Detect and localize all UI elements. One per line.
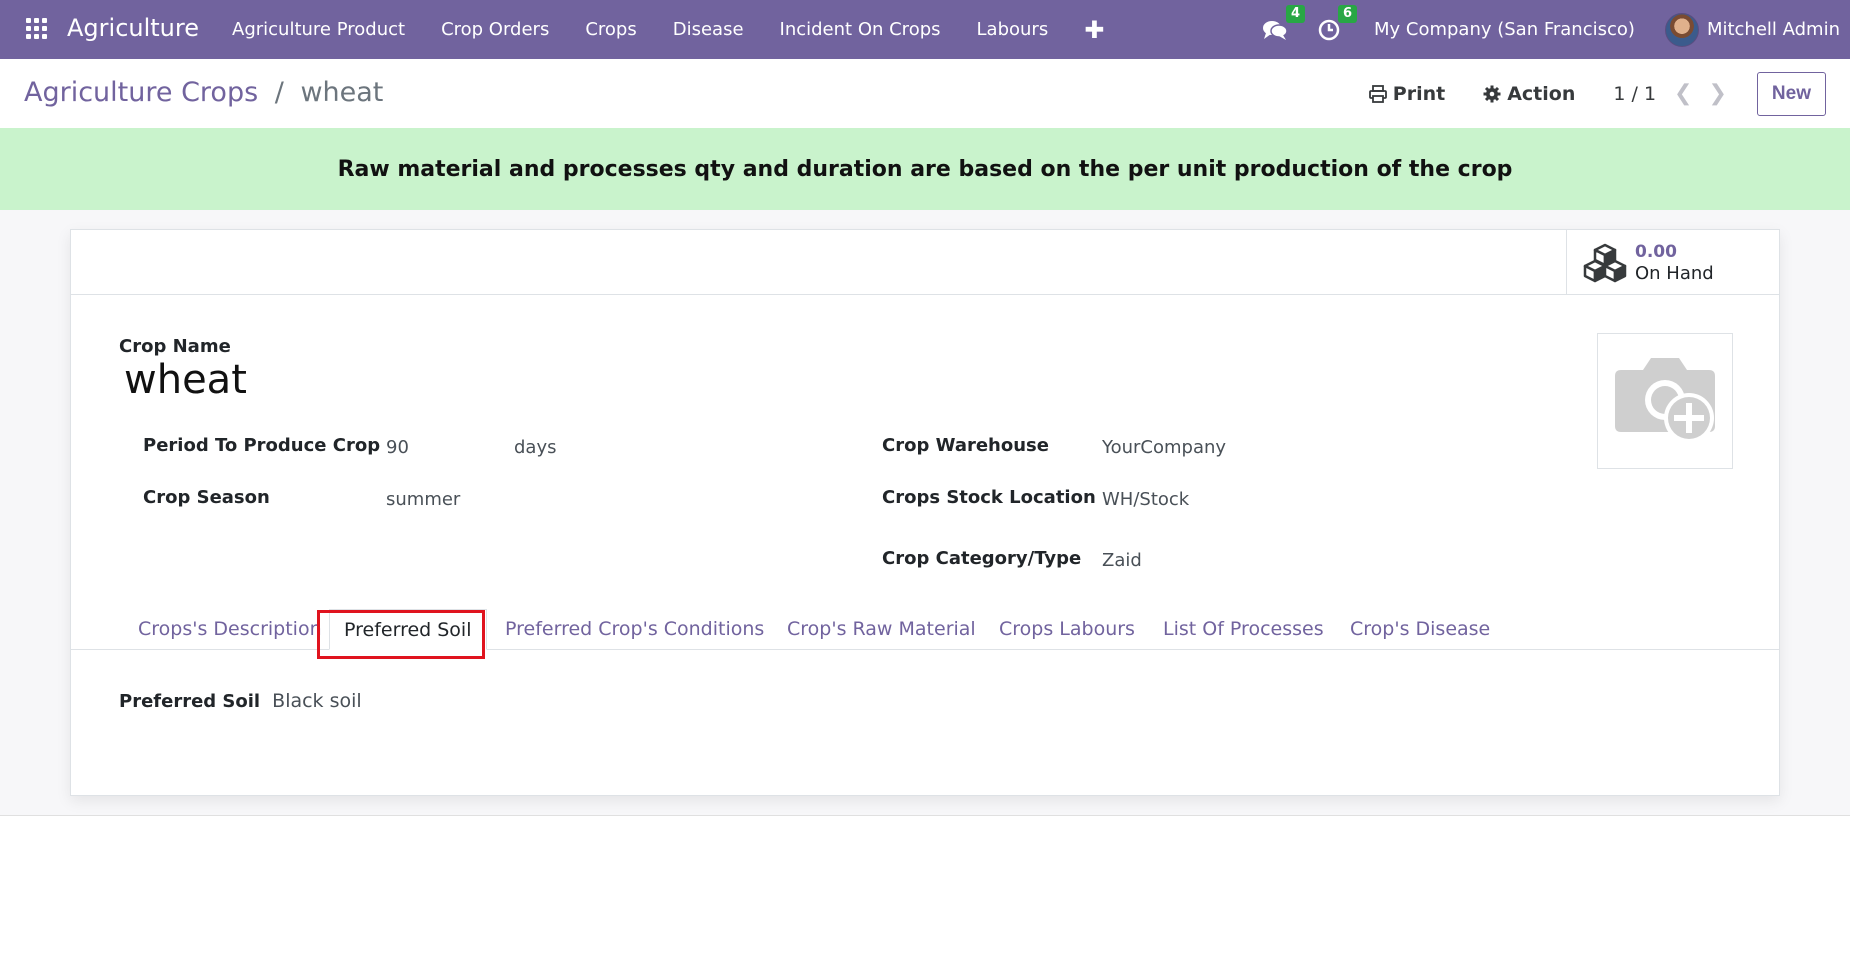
action-label: Action	[1507, 82, 1576, 105]
period-input[interactable]: 90	[386, 437, 409, 458]
menu-disease[interactable]: Disease	[655, 0, 762, 59]
location-label: Crops Stock Location	[882, 487, 1096, 508]
breadcrumb-parent[interactable]: Agriculture Crops	[24, 77, 258, 108]
category-label: Crop Category/Type	[882, 548, 1082, 569]
pager-value[interactable]: 1 / 1	[1613, 83, 1656, 105]
image-upload[interactable]	[1597, 333, 1733, 469]
category-field[interactable]: Zaid	[1102, 550, 1142, 571]
tab-preferred-crop-conditions[interactable]: Preferred Crop's Conditions	[505, 609, 764, 650]
season-label: Crop Season	[143, 487, 270, 508]
messages-button[interactable]: 4	[1262, 4, 1306, 41]
breadcrumb-current: wheat	[300, 77, 384, 108]
on-hand-value: 0.00	[1635, 241, 1677, 262]
tab-crop-disease[interactable]: Crop's Disease	[1350, 609, 1490, 650]
tab-crop-raw-material[interactable]: Crop's Raw Material	[787, 609, 976, 650]
button-box: 0.00 On Hand	[71, 230, 1779, 295]
avatar	[1664, 12, 1699, 47]
chevron-left-icon[interactable]: ❮	[1674, 81, 1692, 106]
menu-labours[interactable]: Labours	[959, 0, 1067, 59]
user-menu[interactable]: Mitchell Admin	[1664, 12, 1840, 47]
season-select[interactable]: summer	[386, 489, 460, 510]
control-panel: Agriculture Crops / wheat Print Action 1…	[0, 59, 1850, 128]
info-alert: Raw material and processes qty and durat…	[0, 128, 1850, 210]
app-brand[interactable]: Agriculture	[67, 14, 199, 42]
new-button[interactable]: New	[1756, 71, 1826, 116]
menu-crop-orders[interactable]: Crop Orders	[423, 0, 567, 59]
tab-list-of-processes[interactable]: List Of Processes	[1163, 609, 1324, 650]
printer-icon	[1368, 84, 1387, 103]
notebook-tabs: Crops's Description Preferred Soil Prefe…	[71, 609, 1779, 650]
messages-badge: 4	[1285, 4, 1306, 23]
tab-crops-labours[interactable]: Crops Labours	[999, 609, 1135, 650]
cubes-icon	[1583, 243, 1627, 282]
period-label: Period To Produce Crop	[143, 435, 381, 456]
chevron-right-icon[interactable]: ❯	[1708, 81, 1726, 106]
crop-name-label: Crop Name	[119, 336, 231, 357]
menu-crops[interactable]: Crops	[567, 0, 654, 59]
activities-button[interactable]: 6	[1318, 4, 1358, 41]
main-menu: Agriculture Product Crop Orders Crops Di…	[214, 0, 1122, 59]
on-hand-button[interactable]: 0.00 On Hand	[1566, 230, 1779, 295]
tab-crops-description[interactable]: Crops's Description	[138, 609, 322, 650]
warehouse-field[interactable]: YourCompany	[1102, 437, 1226, 458]
print-button[interactable]: Print	[1368, 82, 1446, 105]
user-name: Mitchell Admin	[1706, 19, 1840, 40]
period-unit: days	[514, 437, 557, 458]
gear-icon	[1483, 85, 1501, 102]
clock-icon	[1318, 19, 1340, 40]
tab-content: Preferred Soil Black soil	[119, 690, 362, 712]
control-actions: Print Action 1 / 1 ❮ ❯ New	[1368, 59, 1850, 128]
activities-badge: 6	[1337, 4, 1358, 23]
preferred-soil-value[interactable]: Black soil	[272, 690, 362, 712]
form-sheet: 0.00 On Hand Crop Name wheat Period To P…	[70, 229, 1780, 796]
action-button[interactable]: Action	[1483, 83, 1575, 105]
on-hand-label: On Hand	[1635, 262, 1714, 284]
menu-agriculture-product[interactable]: Agriculture Product	[214, 0, 423, 59]
location-field[interactable]: WH/Stock	[1102, 489, 1189, 510]
apps-grid-icon[interactable]	[26, 18, 48, 40]
camera-plus-icon	[1615, 358, 1715, 443]
systray: 4 6 My Company (San Francisco) Mitchell …	[1262, 0, 1850, 59]
crop-name-field[interactable]: wheat	[124, 357, 247, 403]
print-label: Print	[1392, 82, 1446, 105]
breadcrumb-separator: /	[274, 77, 284, 108]
company-switcher[interactable]: My Company (San Francisco)	[1374, 19, 1635, 40]
menu-incident-on-crops[interactable]: Incident On Crops	[762, 0, 959, 59]
preferred-soil-label: Preferred Soil	[119, 691, 261, 712]
breadcrumb: Agriculture Crops / wheat	[24, 77, 383, 108]
warehouse-label: Crop Warehouse	[882, 435, 1049, 456]
plus-icon[interactable]: ✚	[1066, 16, 1122, 44]
chat-icon	[1262, 20, 1288, 40]
tab-preferred-soil[interactable]: Preferred Soil	[329, 609, 487, 650]
top-navbar: Agriculture Agriculture Product Crop Ord…	[0, 0, 1850, 59]
